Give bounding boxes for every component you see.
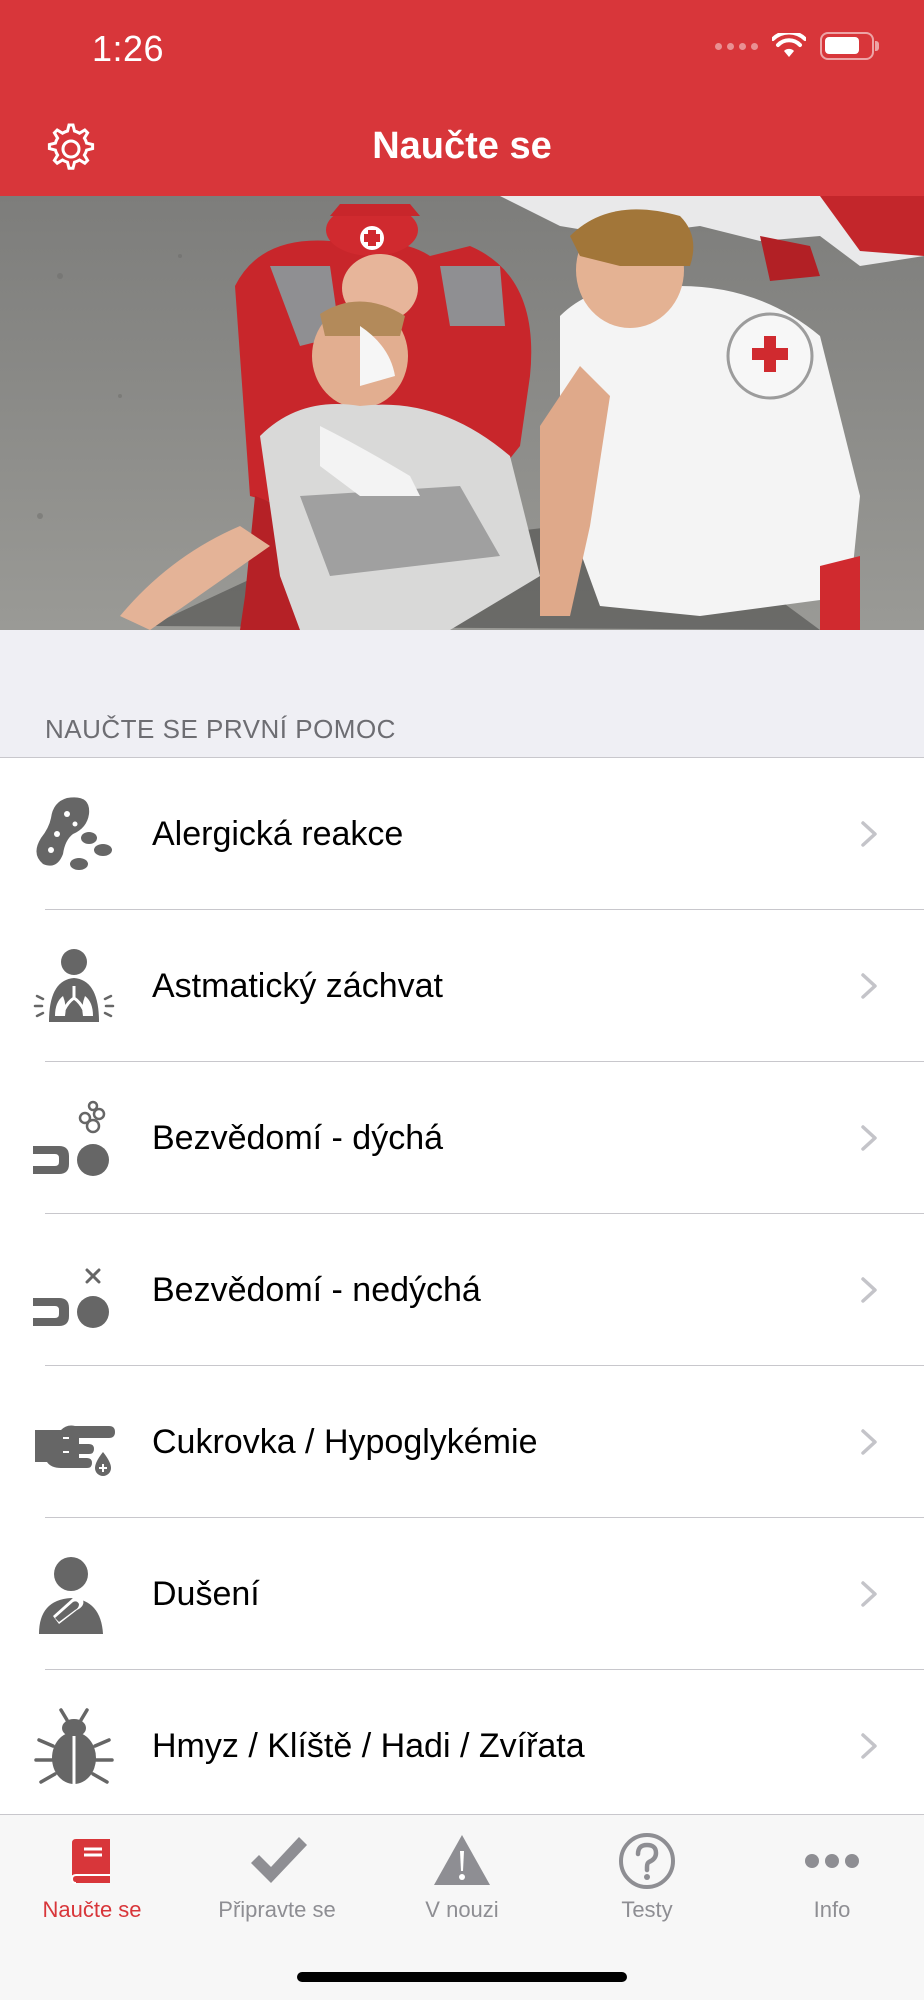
- unconscious-breathing-icon: [33, 1100, 109, 1176]
- app-screen: 1:26 Naučte se NAUČTE SE PRVNÍ POMOC Ale…: [0, 0, 924, 2000]
- book-icon: [70, 1839, 110, 1884]
- list-item-label: Dušení: [152, 1575, 260, 1613]
- chevron-right-icon: [861, 1125, 877, 1151]
- list-item-astmaticky-zachvat[interactable]: Astmatický záchvat: [0, 910, 924, 1062]
- tab-label: V nouzi: [425, 1897, 499, 1922]
- signal-icon: [715, 42, 758, 50]
- chevron-right-icon: [861, 1581, 877, 1607]
- chevron-right-icon: [861, 973, 877, 999]
- more-icon: [805, 1854, 859, 1868]
- chevron-right-icon: [861, 821, 877, 847]
- list-item-bezvedomi-nedycha[interactable]: Bezvědomí - nedýchá: [0, 1214, 924, 1366]
- tab-pripravte-se[interactable]: Připravte se: [185, 1815, 369, 1935]
- tab-label: Naučte se: [42, 1897, 142, 1922]
- hero-image: [0, 196, 924, 630]
- list-item-label: Bezvědomí - dýchá: [152, 1119, 444, 1157]
- list-item-hmyz[interactable]: Hmyz / Klíště / Hadi / Zvířata: [0, 1670, 924, 1822]
- choking-icon: [39, 1557, 103, 1634]
- warning-icon: [434, 1835, 490, 1885]
- tab-naucte-se[interactable]: Naučte se: [0, 1815, 184, 1935]
- list-item-label: Cukrovka / Hypoglykémie: [152, 1423, 538, 1461]
- checkmark-icon: [251, 1837, 307, 1883]
- list-item-label: Astmatický záchvat: [152, 967, 443, 1005]
- page-title: Naučte se: [372, 125, 552, 167]
- status-icons: [715, 32, 879, 60]
- bug-icon: [34, 1708, 114, 1784]
- list-item-label: Hmyz / Klíště / Hadi / Zvířata: [152, 1727, 585, 1765]
- chevron-right-icon: [861, 1277, 877, 1303]
- chevron-right-icon: [861, 1429, 877, 1455]
- lungs-icon: [33, 949, 115, 1022]
- finger-blood-drop-icon: [35, 1425, 115, 1476]
- peanut-icon: [36, 797, 112, 870]
- chevron-right-icon: [861, 1733, 877, 1759]
- list-item-cukrovka[interactable]: Cukrovka / Hypoglykémie: [0, 1366, 924, 1518]
- home-indicator[interactable]: [297, 1972, 627, 1982]
- list-item-bezvedomi-dycha[interactable]: Bezvědomí - dýchá: [0, 1062, 924, 1214]
- list-item-label: Alergická reakce: [152, 815, 404, 853]
- tab-label: Testy: [621, 1897, 673, 1922]
- list-item-alergicka-reakce[interactable]: Alergická reakce: [0, 758, 924, 910]
- list-item-duseni[interactable]: Dušení: [0, 1518, 924, 1670]
- tab-v-nouzi[interactable]: V nouzi: [370, 1815, 554, 1935]
- battery-icon: [820, 32, 879, 60]
- wifi-icon: [772, 33, 806, 57]
- header: 1:26 Naučte se: [0, 0, 924, 196]
- topic-list: Alergická reakce Astmatický záchvat Bezv…: [0, 757, 924, 1822]
- tab-info[interactable]: Info: [740, 1815, 924, 1935]
- question-icon: [619, 1833, 675, 1889]
- tab-label: Připravte se: [218, 1897, 336, 1922]
- status-time: 1:26: [92, 28, 165, 69]
- tab-label: Info: [813, 1897, 851, 1922]
- section-header: NAUČTE SE PRVNÍ POMOC: [45, 714, 396, 744]
- list-item-label: Bezvědomí - nedýchá: [152, 1271, 481, 1309]
- tab-testy[interactable]: Testy: [555, 1815, 739, 1935]
- unconscious-not-breathing-icon: [33, 1268, 109, 1328]
